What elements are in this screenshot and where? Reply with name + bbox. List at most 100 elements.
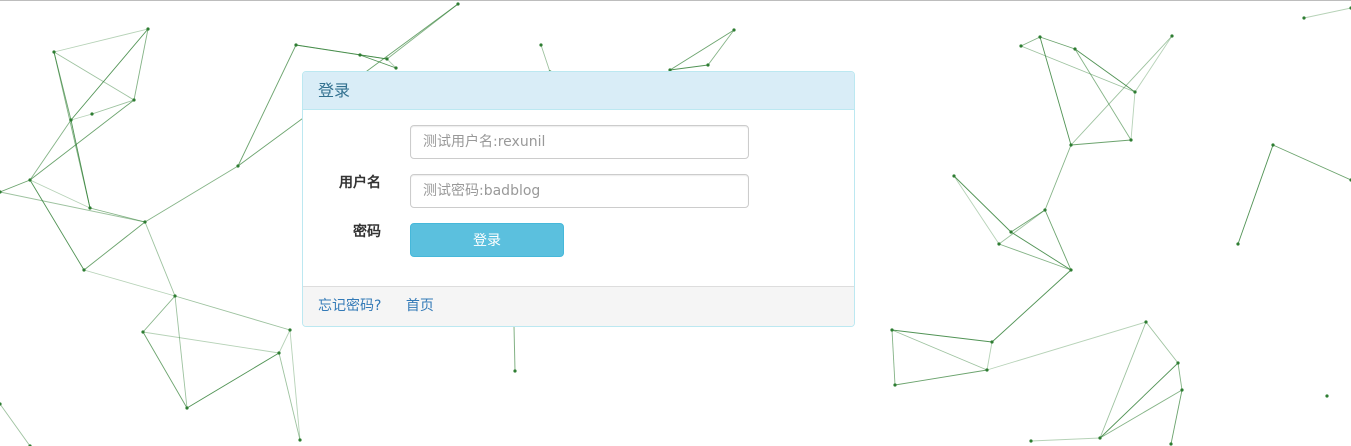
network-node [456,2,460,6]
panel-footer: 忘记密码? 首页 [303,286,854,326]
network-node [288,328,292,332]
login-form: 用户名 密码 登录 [303,110,854,288]
network-line [986,321,1147,371]
network-line [1177,362,1183,391]
network-line [133,28,149,101]
network-node [1133,90,1137,94]
network-line [1070,139,1132,146]
network-line [1170,389,1183,445]
network-node [298,438,302,442]
network-node [1098,436,1102,440]
network-line [1303,7,1351,19]
network-line [83,269,176,297]
network-line [1099,362,1179,439]
network-line [289,329,301,441]
network-node [997,242,1001,246]
network-line [0,179,31,193]
network-node [141,330,145,334]
login-panel: 登录 用户名 密码 登录 忘记密码? 首页 [302,71,855,327]
network-line [1099,321,1147,439]
forgot-password-link[interactable]: 忘记密码? [318,298,381,314]
login-button[interactable]: 登录 [410,223,564,257]
username-input[interactable] [410,125,749,159]
network-line [359,54,388,60]
network-line [707,29,735,66]
network-line [1044,209,1072,271]
network-node [1169,442,1173,446]
network-line [83,221,146,271]
network-line [144,221,176,297]
network-node [52,50,56,54]
network-node [143,220,147,224]
network-node [90,112,94,116]
network-node [132,98,136,102]
network-line [1030,437,1101,442]
network-node [1170,34,1174,38]
network-line [359,54,397,69]
network-node [513,369,517,373]
network-node [1069,268,1073,272]
network-node [185,406,189,410]
network-node [1236,242,1240,246]
network-node [1009,230,1013,234]
network-line [70,113,93,121]
network-node [990,340,994,344]
network-line [1237,144,1274,245]
network-node [88,206,92,210]
network-node [1029,439,1033,443]
network-line [70,28,149,121]
network-line [1020,45,1136,93]
network-node [294,43,298,47]
network-node [1176,361,1180,365]
network-node [82,268,86,272]
network-node [1325,394,1329,398]
network-line [237,44,297,167]
network-line [91,99,135,115]
network-line [1020,36,1041,47]
network-line [1272,144,1351,181]
network-line [53,51,91,209]
network-line [1134,35,1173,93]
network-line [991,269,1072,343]
home-link[interactable]: 首页 [406,298,434,314]
network-line [953,175,1012,233]
network-line [953,175,1000,245]
network-node [1180,388,1184,392]
network-node [706,63,710,67]
network-node [28,178,32,182]
network-line [998,243,1072,271]
network-line [174,295,291,331]
network-line [144,165,239,223]
network-node [394,66,398,70]
network-node [173,294,177,298]
network-line [540,44,551,73]
network-line [29,99,135,181]
network-node [146,27,150,31]
network-line [89,207,146,223]
network-line [891,329,896,386]
network-line [1039,36,1072,146]
network-line [1010,231,1072,271]
network-line [986,341,993,371]
network-line [0,191,146,223]
network-line [1070,35,1173,146]
network-node [1069,143,1073,147]
network-line [1099,389,1183,439]
network-node [385,57,389,61]
password-input[interactable] [410,174,749,208]
network-line [29,179,91,209]
network-line [295,44,361,56]
network-line [513,325,516,372]
network-node [890,328,894,332]
network-line [278,352,301,441]
network-node [539,43,543,47]
network-node [277,351,281,355]
network-node [0,190,2,194]
network-node [358,53,362,57]
panel-title: 登录 [303,72,854,110]
network-line [1074,48,1132,141]
network-node [236,164,240,168]
network-line [669,29,735,71]
network-node [985,368,989,372]
network-line [1044,144,1072,211]
